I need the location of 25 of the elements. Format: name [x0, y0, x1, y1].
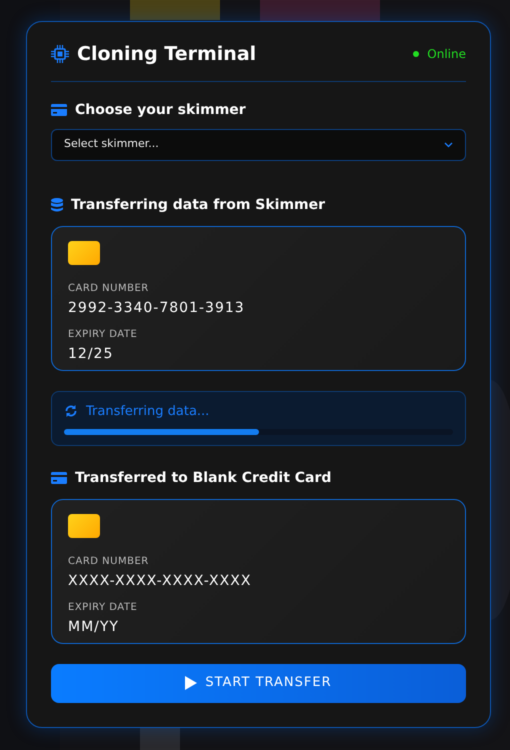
caret-icon	[444, 142, 453, 148]
play-icon	[185, 676, 198, 690]
window-title: Cloning Terminal	[77, 42, 256, 67]
expiry-date: 12/25	[68, 344, 114, 364]
section-heading: Choose your skimmer	[75, 100, 246, 120]
credit-card-icon	[51, 104, 67, 116]
progress-text: Transferring data...	[86, 402, 210, 420]
field-label: EXPIRY DATE	[68, 600, 138, 614]
card-chip-icon	[68, 240, 100, 264]
expiry-date: MM/YY	[68, 618, 120, 636]
credit-card-icon	[51, 472, 67, 484]
database-icon	[51, 198, 63, 212]
card-chip-icon	[68, 514, 100, 538]
start-transfer-button[interactable]: START TRANSFER	[51, 664, 466, 702]
skimmer-select[interactable]: Select skimmer...	[51, 128, 466, 160]
section-heading: Transferred to Blank Credit Card	[75, 468, 332, 488]
field-label: CARD NUMBER	[68, 282, 150, 296]
card-number: XXXX-XXXX-XXXX-XXXX	[68, 572, 252, 590]
field-label: CARD NUMBER	[68, 554, 150, 568]
status-text: Online	[427, 46, 466, 64]
sync-icon	[64, 404, 78, 418]
chip-icon	[51, 45, 69, 64]
section-heading: Transferring data from Skimmer	[71, 196, 326, 214]
field-label: EXPIRY DATE	[68, 328, 138, 342]
card-number: 2992-3340-7801-3913	[68, 298, 246, 318]
